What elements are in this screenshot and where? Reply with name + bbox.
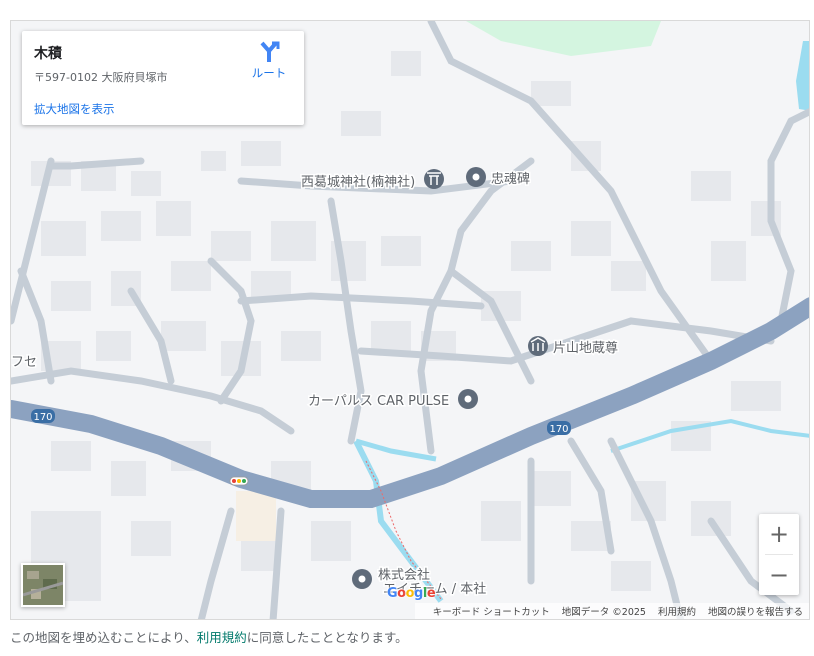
place-address: 〒597-0102 大阪府貝塚市 [34,71,168,84]
embed-terms-link[interactable]: 利用規約 [197,630,247,645]
route-shield: 170 [547,421,571,435]
zoom-in-button[interactable]: + [759,514,799,554]
google-logo: Google [387,586,436,601]
place-name: 木積 [34,46,62,62]
terms-link[interactable]: 利用規約 [658,604,696,618]
embed-terms-note: この地図を埋め込むことにより、利用規約に同意したこととなります。 [10,627,408,646]
route-button[interactable]: ルート [244,41,294,89]
map-frame[interactable]: 170 170 西葛城神社(楠神社) 忠魂碑 片山地蔵尊 カーパルス CAR P… [10,20,810,620]
poi-shrine[interactable]: 西葛城神社(楠神社) [300,169,444,192]
larger-map-link[interactable]: 拡大地図を表示 [34,101,115,117]
svg-text:株式会社: 株式会社 [378,567,430,583]
satellite-thumbnail-icon [23,565,63,605]
svg-text:片山地蔵尊: 片山地蔵尊 [553,340,618,356]
water-area [796,41,809,111]
place-info-card: 木積 〒597-0102 大阪府貝塚市 拡大地図を表示 ルート [22,31,304,125]
directions-icon [260,41,280,62]
keyboard-shortcuts-link[interactable]: キーボード ショートカット [433,604,550,618]
park-area [466,21,661,56]
place-pin-icon [466,167,486,187]
zoom-out-button[interactable]: − [759,555,799,595]
satellite-layer-toggle[interactable] [21,563,65,607]
temple-icon [528,336,548,356]
shrine-icon [424,169,444,189]
poi-car-pulse[interactable]: カーパルス CAR PULSE [307,389,478,411]
stream [355,438,437,462]
traffic-light-icon [229,476,249,486]
map-attribution: キーボード ショートカット 地図データ ©2025 利用規約 地図の誤りを報告す… [414,603,809,619]
svg-text:170: 170 [33,412,52,423]
building-beige [236,491,276,541]
svg-text:カーパルス CAR PULSE: カーパルス CAR PULSE [308,394,449,409]
map-edge-label: フセ [11,355,37,370]
route-label: ルート [251,66,287,80]
map-data-label: 地図データ ©2025 [561,607,646,618]
place-pin-icon [458,389,478,409]
route-shield: 170 [31,409,55,423]
embed-terms-prefix: この地図を埋め込むことにより、 [10,630,197,645]
svg-text:忠魂碑: 忠魂碑 [491,171,530,187]
svg-text:170: 170 [549,424,568,435]
svg-text:西葛城神社(楠神社): 西葛城神社(楠神社) [301,174,415,190]
place-pin-icon [352,569,372,589]
zoom-control: + − [759,514,799,595]
report-error-link[interactable]: 地図の誤りを報告する [708,604,803,618]
embed-terms-suffix: に同意したこととなります。 [246,630,408,645]
